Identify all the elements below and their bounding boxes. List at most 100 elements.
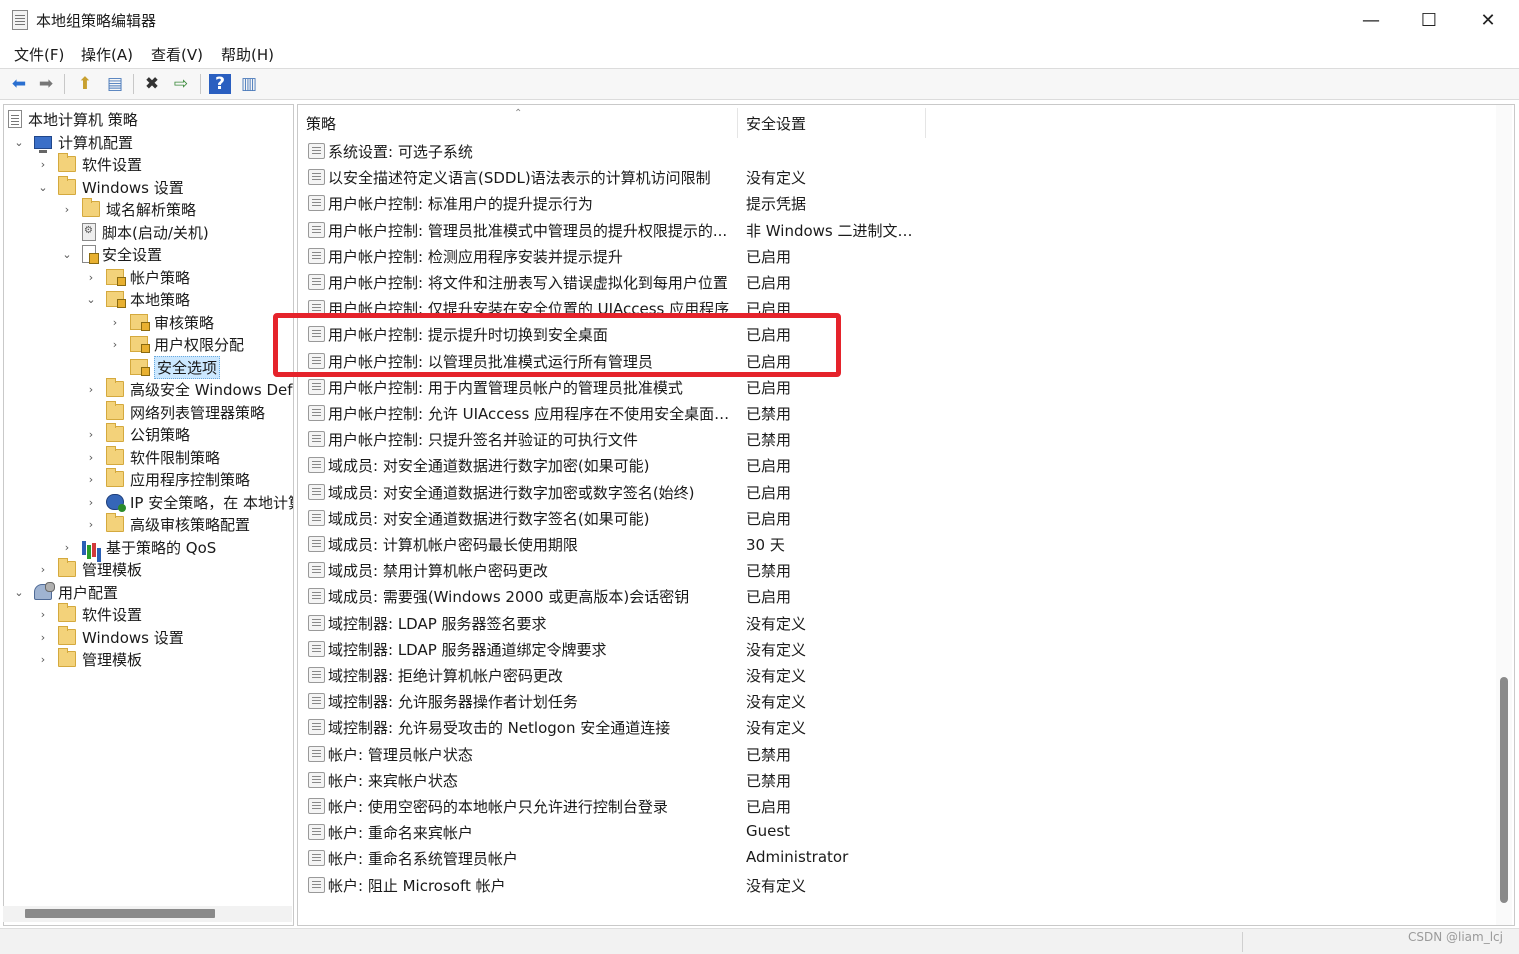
maximize-button[interactable]: ☐ [1400,0,1458,40]
show-hide-tree-icon[interactable]: ▤ [104,74,126,94]
export-list-icon[interactable]: ⇨ [170,74,192,94]
back-arrow-icon[interactable]: ⬅ [8,74,30,94]
chevron-right-icon[interactable]: › [36,608,50,621]
chevron-down-icon[interactable]: ⌄ [12,586,26,599]
tree-item-windows-settings[interactable]: ⌄ Windows 设置 [36,176,184,198]
tree-item-admin-templates[interactable]: › 管理模板 [36,558,142,580]
list-item[interactable]: 帐户: 重命名系统管理员帐户 Administrator [298,845,1498,871]
policy-value: 已启用 [746,509,792,528]
tree-item-advanced-audit[interactable]: › 高级审核策略配置 [84,513,250,535]
tree-item-user-config[interactable]: ⌄ 用户配置 [12,581,118,603]
chevron-down-icon[interactable]: ⌄ [84,293,98,306]
chevron-right-icon[interactable]: › [108,338,122,351]
list-item[interactable]: 用户帐户控制: 允许 UIAccess 应用程序在不使用安全桌面的... 已禁用 [298,400,1498,426]
list-item[interactable]: 域成员: 对安全通道数据进行数字签名(如果可能) 已启用 [298,505,1498,531]
tree-item-scripts[interactable]: 脚本(启动/关机) [60,221,209,243]
chevron-right-icon[interactable]: › [84,271,98,284]
tree-item-user-admin-templates[interactable]: › 管理模板 [36,648,142,670]
minimize-button[interactable]: — [1342,0,1400,40]
chevron-down-icon[interactable]: ⌄ [12,136,26,149]
list-item[interactable]: 用户帐户控制: 用于内置管理员帐户的管理员批准模式 已启用 [298,374,1498,400]
menu-help[interactable]: 帮助(H) [221,44,274,65]
list-item[interactable]: 域成员: 对安全通道数据进行数字加密或数字签名(始终) 已启用 [298,479,1498,505]
tree-item-security-settings[interactable]: ⌄ 安全设置 [60,243,162,265]
tree-item-audit-policy[interactable]: › 审核策略 [108,311,214,333]
tree-item-local-computer-policy[interactable]: 本地计算机 策略 [8,108,138,130]
tree-item-computer-config[interactable]: ⌄ 计算机配置 [12,131,133,153]
chevron-right-icon[interactable]: › [84,383,98,396]
chevron-right-icon[interactable]: › [60,541,74,554]
tree-item-public-key-policies[interactable]: › 公钥策略 [84,423,190,445]
list-item[interactable]: 域成员: 计算机帐户密码最长使用期限 30 天 [298,531,1498,557]
tree-item-ip-security[interactable]: › IP 安全策略，在 本地计算 [84,491,293,513]
list-item[interactable]: 用户帐户控制: 只提升签名并验证的可执行文件 已禁用 [298,426,1498,452]
chevron-right-icon[interactable]: › [84,473,98,486]
chevron-right-icon[interactable]: › [108,316,122,329]
tree-item-user-software-settings[interactable]: › 软件设置 [36,603,142,625]
tree-item-windows-defender-firewall[interactable]: › 高级安全 Windows Defe [84,378,293,400]
policy-setting-icon [308,719,325,736]
list-item[interactable]: 帐户: 管理员帐户状态 已禁用 [298,741,1498,767]
tree-item-account-policies[interactable]: › 帐户策略 [84,266,190,288]
tree-item-security-options[interactable]: 安全选项 [108,355,221,379]
tree-item-software-restriction[interactable]: › 软件限制策略 [84,446,220,468]
chevron-right-icon[interactable]: › [84,428,98,441]
list-item[interactable]: 帐户: 重命名来宾帐户 Guest [298,819,1498,845]
tree-horizontal-scrollbar[interactable] [3,906,292,922]
list-vertical-scrollbar[interactable] [1496,105,1512,925]
chevron-right-icon[interactable]: › [84,451,98,464]
list-item[interactable]: 域控制器: 拒绝计算机帐户密码更改 没有定义 [298,662,1498,688]
tree-item-user-windows-settings[interactable]: › Windows 设置 [36,626,184,648]
list-item[interactable]: 域控制器: LDAP 服务器通道绑定令牌要求 没有定义 [298,636,1498,662]
tree-item-app-control[interactable]: › 应用程序控制策略 [84,468,250,490]
list-item[interactable]: 系统设置: 可选子系统 [298,138,1498,164]
menu-file[interactable]: 文件(F) [14,44,64,65]
chevron-down-icon[interactable]: ⌄ [36,181,50,194]
list-item[interactable]: 用户帐户控制: 将文件和注册表写入错误虚拟化到每用户位置 已启用 [298,269,1498,295]
chevron-right-icon[interactable]: › [36,631,50,644]
tree-item-network-list-manager[interactable]: 网络列表管理器策略 [84,401,265,423]
scrollbar-thumb[interactable] [1500,677,1508,903]
properties-pane-icon[interactable]: ▥ [238,74,260,94]
up-folder-icon[interactable]: ⬆ [74,74,96,94]
policy-name: 帐户: 重命名系统管理员帐户 [328,850,518,869]
policy-list[interactable]: 策略 ⌃ 安全设置 系统设置: 可选子系统 以安全描述符定义语言(SDDL)语法表示… [297,104,1515,926]
chevron-right-icon[interactable]: › [60,203,74,216]
sort-ascending-icon: ⌃ [514,108,523,119]
list-item[interactable]: 域控制器: 允许易受攻击的 Netlogon 安全通道连接 没有定义 [298,714,1498,740]
list-item[interactable]: 以安全描述符定义语言(SDDL)语法表示的计算机访问限制 没有定义 [298,164,1498,190]
chevron-right-icon[interactable]: › [36,563,50,576]
list-item[interactable]: 域成员: 对安全通道数据进行数字加密(如果可能) 已启用 [298,452,1498,478]
chevron-right-icon[interactable]: › [36,653,50,666]
chevron-down-icon[interactable]: ⌄ [60,248,74,261]
tree-item-policy-qos[interactable]: › 基于策略的 QoS [60,536,216,558]
tree-item-name-resolution-policy[interactable]: › 域名解析策略 [60,198,196,220]
list-item[interactable]: 域成员: 需要强(Windows 2000 或更高版本)会话密钥 已启用 [298,583,1498,609]
tree-item-local-policies[interactable]: ⌄ 本地策略 [84,288,190,310]
chevron-right-icon[interactable]: › [84,518,98,531]
list-item[interactable]: 域成员: 禁用计算机帐户密码更改 已禁用 [298,557,1498,583]
forward-arrow-icon[interactable]: ➡ [35,74,57,94]
list-item[interactable]: 用户帐户控制: 标准用户的提升提示行为 提示凭据 [298,190,1498,216]
list-item[interactable]: 域控制器: LDAP 服务器签名要求 没有定义 [298,610,1498,636]
list-item[interactable]: 帐户: 阻止 Microsoft 帐户 没有定义 [298,872,1498,898]
delete-icon[interactable]: ✖ [141,74,163,94]
tree-item-user-rights[interactable]: › 用户权限分配 [108,333,244,355]
column-header-policy[interactable]: 策略 ⌃ [298,108,738,138]
policy-setting-icon [308,483,325,500]
list-item[interactable]: 域控制器: 允许服务器操作者计划任务 没有定义 [298,688,1498,714]
chevron-right-icon[interactable]: › [36,158,50,171]
list-item[interactable]: 用户帐户控制: 检测应用程序安装并提示提升 已启用 [298,243,1498,269]
tree-item-software-settings[interactable]: › 软件设置 [36,153,142,175]
scrollbar-thumb[interactable] [25,909,215,918]
list-item[interactable]: 帐户: 使用空密码的本地帐户只允许进行控制台登录 已启用 [298,793,1498,819]
help-icon[interactable]: ? [209,74,231,94]
menu-action[interactable]: 操作(A) [81,44,133,65]
close-button[interactable]: ✕ [1459,0,1517,40]
list-item[interactable]: 用户帐户控制: 管理员批准模式中管理员的提升权限提示的... 非 Windows … [298,217,1498,243]
chevron-right-icon[interactable]: › [84,496,98,509]
list-item[interactable]: 帐户: 来宾帐户状态 已禁用 [298,767,1498,793]
navigation-tree[interactable]: 本地计算机 策略 ⌄ 计算机配置 › 软件设置 ⌄ Windows 设置 › 域名解析策… [3,104,294,926]
menu-view[interactable]: 查看(V) [151,44,203,65]
column-header-security-setting[interactable]: 安全设置 [738,108,926,138]
